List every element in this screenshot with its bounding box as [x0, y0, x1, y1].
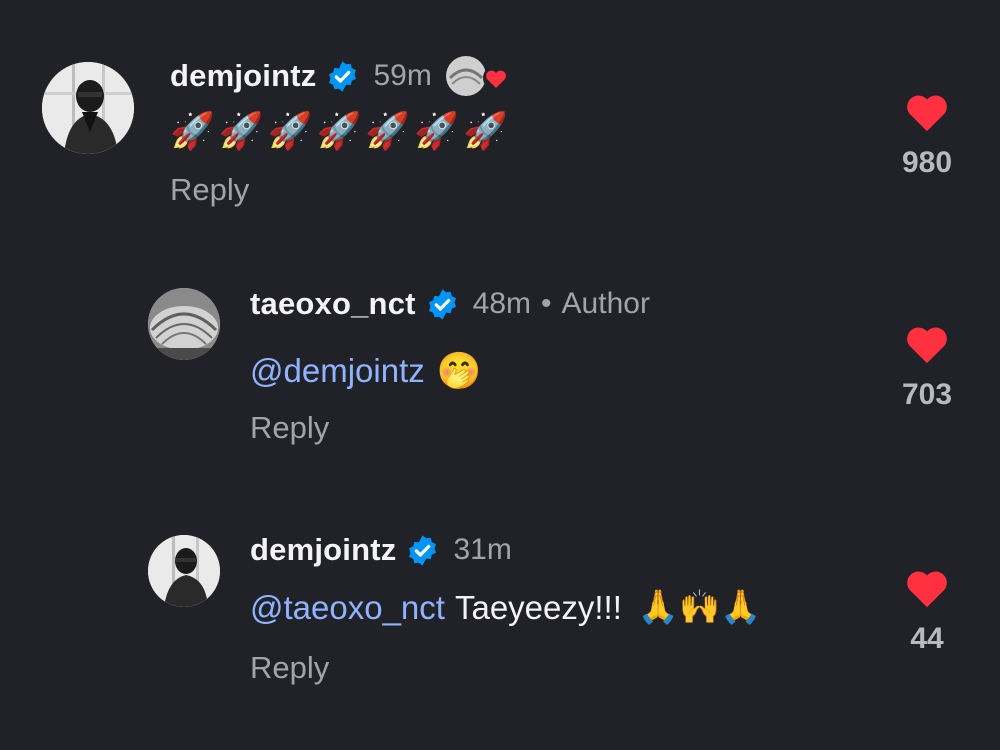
avatar-demjointz[interactable] [148, 535, 220, 607]
verified-badge-icon [426, 288, 459, 321]
like-count: 44 [910, 622, 944, 655]
username[interactable]: demjointz [250, 532, 396, 568]
username[interactable]: taeoxo_nct [250, 286, 416, 322]
comment-emoji: 🚀🚀🚀🚀🚀🚀🚀 [170, 110, 512, 151]
author-liked-icon [444, 54, 510, 98]
reply-button[interactable]: Reply [170, 172, 249, 208]
reply-button[interactable]: Reply [250, 410, 329, 446]
comment-text: Taeyeezy!!! [454, 588, 622, 626]
like-button[interactable]: 703 [892, 324, 962, 412]
verified-badge-icon [326, 60, 359, 93]
avatar-demjointz[interactable] [42, 62, 134, 154]
author-label: Author [561, 287, 650, 320]
like-count: 703 [901, 378, 953, 411]
timestamp: 31m [453, 533, 512, 566]
separator-dot: • [541, 287, 552, 320]
comment-emoji: 🙏🙌🙏 [637, 588, 762, 625]
heart-icon[interactable] [892, 568, 962, 608]
verified-badge-icon [406, 534, 439, 567]
reply-button[interactable]: Reply [250, 650, 329, 686]
heart-icon[interactable] [892, 92, 962, 132]
avatar-taeoxo_nct[interactable] [148, 288, 220, 360]
timestamp: 59m [373, 59, 432, 92]
like-button[interactable]: 44 [892, 568, 962, 656]
heart-icon[interactable] [892, 324, 962, 364]
mention-link[interactable]: @demjointz [250, 352, 425, 390]
comment-emoji: 🤭 [436, 350, 482, 391]
username[interactable]: demjointz [170, 58, 316, 94]
timestamp: 48m [472, 287, 532, 320]
like-button[interactable]: 980 [892, 92, 962, 180]
like-count: 980 [901, 146, 953, 179]
mention-link[interactable]: @taeoxo_nct [250, 589, 445, 627]
